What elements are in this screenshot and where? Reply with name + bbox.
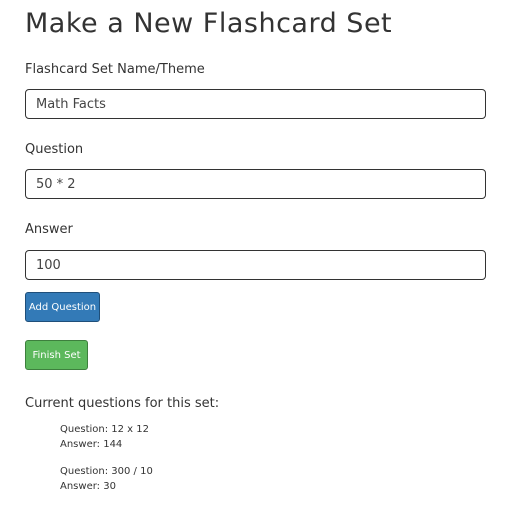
current-questions-heading: Current questions for this set: — [25, 396, 220, 411]
question-label: Question — [25, 142, 84, 157]
question-card: Question: 300 / 10 Answer: 30 — [60, 464, 360, 494]
add-question-button[interactable]: Add Question — [25, 292, 100, 322]
question-card: Question: 12 x 12 Answer: 144 — [60, 422, 360, 452]
answer-text: Answer: 144 — [60, 439, 123, 450]
answer-label: Answer — [25, 222, 73, 237]
question-text: Question: 12 x 12 — [60, 424, 149, 435]
answer-input[interactable] — [25, 250, 486, 280]
finish-set-button[interactable]: Finish Set — [25, 340, 88, 370]
question-input[interactable] — [25, 169, 486, 199]
set-name-input[interactable] — [25, 89, 486, 119]
page-title: Make a New Flashcard Set — [25, 8, 393, 39]
answer-text: Answer: 30 — [60, 481, 116, 492]
question-text: Question: 300 / 10 — [60, 466, 153, 477]
current-questions-list: Question: 12 x 12 Answer: 144 Question: … — [60, 422, 360, 506]
set-name-label: Flashcard Set Name/Theme — [25, 62, 205, 77]
